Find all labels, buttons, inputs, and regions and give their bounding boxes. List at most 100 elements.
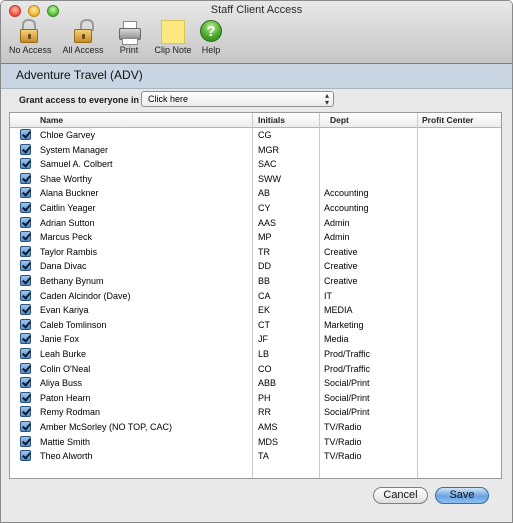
- grant-access-dropdown[interactable]: Click here ▴ ▾: [141, 91, 334, 107]
- access-checkbox[interactable]: [20, 245, 31, 257]
- staff-initials: MP: [258, 232, 272, 243]
- staff-initials: TR: [258, 246, 270, 257]
- staff-dept: Social/Print: [324, 378, 370, 389]
- staff-initials: AMS: [258, 422, 278, 432]
- staff-dept: Social/Print: [324, 392, 370, 403]
- access-checkbox[interactable]: [20, 202, 31, 213]
- staff-name: Alana Buckner: [40, 188, 99, 199]
- staff-client-access-window: Staff Client Access No Access All Access…: [0, 0, 513, 523]
- staff-dept: Creative: [324, 261, 358, 272]
- table-row[interactable]: Aliya Buss ABB Social/Print: [10, 376, 501, 391]
- table-row[interactable]: Colin O'Neal CO Prod/Traffic: [10, 362, 501, 377]
- table-row[interactable]: Leah Burke LB Prod/Traffic: [10, 347, 501, 362]
- staff-name: Dana Divac: [40, 261, 87, 272]
- access-checkbox[interactable]: [20, 391, 31, 403]
- table-row[interactable]: Amber McSorley (NO TOP, CAC) AMS TV/Radio: [10, 420, 501, 435]
- table-row[interactable]: Mattie Smith MDS TV/Radio: [10, 435, 501, 450]
- staff-initials: MDS: [258, 436, 278, 447]
- staff-dept: Marketing: [324, 319, 364, 330]
- access-checkbox[interactable]: [20, 362, 31, 374]
- staff-initials: BB: [258, 276, 271, 286]
- access-checkbox[interactable]: [20, 333, 31, 345]
- table-row[interactable]: Samuel A. Colbert SAC: [10, 157, 501, 172]
- table-row[interactable]: Evan Kariya EK MEDIA: [10, 303, 501, 318]
- staff-name: Evan Kariya: [40, 305, 89, 316]
- table-row[interactable]: Shae Worthy SWW: [10, 172, 501, 187]
- staff-initials: EK: [258, 305, 271, 316]
- staff-initials: AAS: [258, 217, 277, 228]
- grant-access-value: Click here: [148, 94, 189, 104]
- table-row[interactable]: Caden Alcindor (Dave) CA IT: [10, 289, 501, 304]
- staff-name: Colin O'Neal: [40, 363, 91, 374]
- save-button[interactable]: Save: [435, 487, 489, 504]
- lock-icon: [9, 19, 49, 45]
- all-access-label: All Access: [62, 45, 104, 55]
- staff-dept: Social/Print: [324, 407, 370, 418]
- table-row[interactable]: Taylor Rambis TR Creative: [10, 245, 501, 260]
- column-header-name[interactable]: Name: [40, 115, 63, 125]
- access-checkbox[interactable]: [20, 187, 31, 199]
- access-checkbox[interactable]: [20, 260, 31, 272]
- staff-initials: CA: [258, 290, 271, 301]
- staff-name: Leah Burke: [40, 349, 87, 359]
- staff-initials: CT: [258, 319, 270, 330]
- staff-initials: CY: [258, 203, 271, 213]
- access-checkbox[interactable]: [20, 406, 31, 418]
- access-checkbox[interactable]: [20, 172, 31, 184]
- no-access-label: No Access: [9, 45, 52, 55]
- table-row[interactable]: Janie Fox JF Media: [10, 332, 501, 347]
- table-row[interactable]: Remy Rodman RR Social/Print: [10, 405, 501, 420]
- clip-note-button[interactable]: Clip Note: [151, 19, 195, 61]
- column-header-profit-center[interactable]: Profit Center: [422, 115, 473, 125]
- no-access-button[interactable]: No Access: [9, 19, 52, 61]
- print-button[interactable]: Print: [113, 19, 145, 61]
- access-checkbox[interactable]: [20, 143, 31, 155]
- title-bar: Staff Client Access No Access All Access…: [1, 1, 512, 64]
- all-access-button[interactable]: All Access: [59, 19, 107, 61]
- column-header-dept[interactable]: Dept: [330, 115, 349, 125]
- table-row[interactable]: Adrian Sutton AAS Admin: [10, 216, 501, 231]
- table-row[interactable]: Dana Divac DD Creative: [10, 259, 501, 274]
- staff-dept: Media: [324, 334, 349, 345]
- access-checkbox[interactable]: [20, 275, 31, 286]
- access-checkbox[interactable]: [20, 421, 31, 432]
- table-row[interactable]: Caleb Tomlinson CT Marketing: [10, 318, 501, 333]
- column-header-initials[interactable]: Initials: [258, 115, 285, 125]
- staff-initials: PH: [258, 392, 271, 403]
- table-row[interactable]: Caitlin Yeager CY Accounting: [10, 201, 501, 216]
- table-row[interactable]: Bethany Bynum BB Creative: [10, 274, 501, 289]
- staff-dept: TV/Radio: [324, 451, 362, 462]
- table-row[interactable]: Chloe Garvey CG: [10, 128, 501, 143]
- table-row[interactable]: Marcus Peck MP Admin: [10, 230, 501, 245]
- access-checkbox[interactable]: [20, 450, 31, 462]
- table-row[interactable]: Paton Hearn PH Social/Print: [10, 391, 501, 406]
- help-icon: ?: [197, 19, 225, 45]
- access-checkbox[interactable]: [20, 435, 31, 447]
- staff-name: Paton Hearn: [40, 392, 91, 403]
- table-row[interactable]: System Manager MGR: [10, 143, 501, 158]
- cancel-button[interactable]: Cancel: [373, 487, 428, 504]
- access-checkbox[interactable]: [20, 158, 31, 170]
- staff-initials: SAC: [258, 159, 277, 170]
- table-row[interactable]: Theo Alworth TA TV/Radio: [10, 449, 501, 464]
- access-checkbox[interactable]: [20, 304, 31, 316]
- access-checkbox[interactable]: [20, 377, 31, 389]
- staff-dept: Admin: [324, 217, 350, 228]
- staff-initials: CO: [258, 363, 272, 374]
- access-checkbox[interactable]: [20, 129, 31, 140]
- staff-initials: ABB: [258, 378, 277, 389]
- grant-access-row: Grant access to everyone in : Click here…: [1, 89, 512, 111]
- staff-dept: Prod/Traffic: [324, 363, 371, 374]
- help-button[interactable]: ? Help: [197, 19, 225, 61]
- access-checkbox[interactable]: [20, 216, 31, 228]
- table-row[interactable]: Alana Buckner AB Accounting: [10, 186, 501, 201]
- staff-name: Chloe Garvey: [40, 130, 96, 140]
- access-checkbox[interactable]: [20, 318, 31, 330]
- staff-name: Marcus Peck: [40, 232, 93, 243]
- access-checkbox[interactable]: [20, 289, 31, 301]
- staff-name: Caden Alcindor (Dave): [40, 290, 131, 301]
- access-checkbox[interactable]: [20, 231, 31, 243]
- access-checkbox[interactable]: [20, 348, 31, 359]
- staff-initials: JF: [258, 334, 268, 345]
- staff-initials: TA: [258, 451, 269, 462]
